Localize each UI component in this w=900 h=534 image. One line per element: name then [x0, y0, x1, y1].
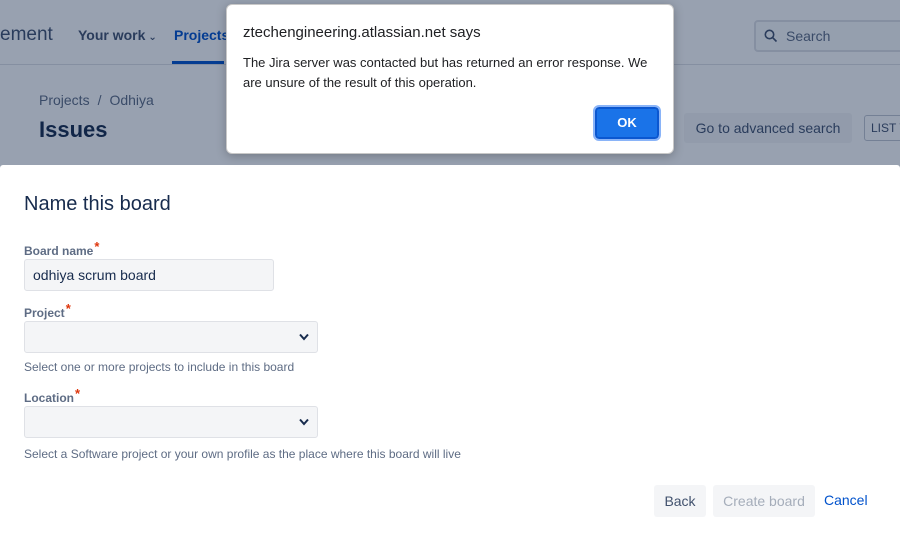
- project-label: Project*: [24, 301, 71, 320]
- location-help-text: Select a Software project or your own pr…: [24, 447, 461, 461]
- location-label: Location*: [24, 386, 80, 405]
- alert-title: ztechengineering.atlassian.net says: [243, 24, 481, 41]
- dialog-title: Name this board: [24, 193, 171, 215]
- location-select[interactable]: [24, 406, 318, 438]
- board-name-input[interactable]: odhiya scrum board: [24, 259, 274, 291]
- project-help-text: Select one or more projects to include i…: [24, 360, 295, 374]
- alert-message: The Jira server was contacted but has re…: [243, 55, 648, 90]
- create-board-button[interactable]: Create board: [713, 485, 815, 517]
- ok-button[interactable]: OK: [593, 105, 661, 141]
- cancel-link[interactable]: Cancel: [824, 492, 868, 508]
- chevron-down-icon: [299, 418, 309, 426]
- board-name-label-text: Board name: [24, 244, 94, 258]
- browser-alert: ztechengineering.atlassian.net says The …: [226, 4, 674, 154]
- required-mark: *: [65, 301, 71, 316]
- chevron-down-icon: [299, 333, 309, 341]
- back-button[interactable]: Back: [654, 485, 706, 517]
- location-label-text: Location: [24, 391, 74, 405]
- board-name-label: Board name*: [24, 239, 99, 258]
- project-select[interactable]: [24, 321, 318, 353]
- required-mark: *: [75, 386, 81, 401]
- project-label-text: Project: [24, 306, 65, 320]
- create-board-dialog: Name this board Board name* odhiya scrum…: [0, 165, 900, 534]
- required-mark: *: [94, 239, 100, 254]
